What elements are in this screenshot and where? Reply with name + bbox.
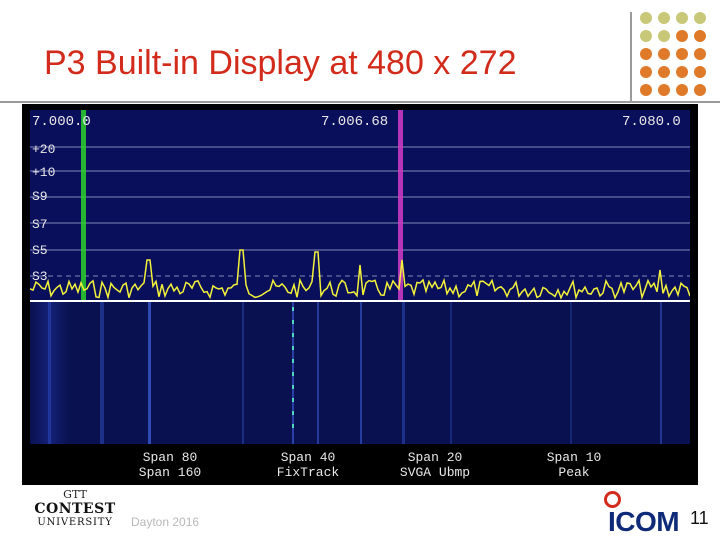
spectrum-plot bbox=[30, 110, 690, 302]
contest-university-logo: GTT CONTEST UNIVERSITY bbox=[30, 488, 120, 536]
waterfall-streak bbox=[100, 302, 104, 444]
decorative-dot bbox=[658, 48, 670, 60]
waterfall-signal-dot bbox=[292, 346, 294, 350]
softkey-span80[interactable]: Span 80 Span 160 bbox=[115, 450, 225, 480]
logo-contest-text: CONTEST bbox=[34, 501, 116, 517]
waterfall-signal-dot bbox=[292, 359, 294, 363]
decorative-dot bbox=[640, 84, 652, 96]
icom-logo: ICOM bbox=[608, 506, 680, 537]
decorative-dot bbox=[658, 66, 670, 78]
waterfall-signal-dot bbox=[292, 307, 294, 311]
softkey-bar: Span 80 Span 160 Span 40 FixTrack Span 2… bbox=[30, 446, 690, 482]
divider-horizontal bbox=[0, 101, 720, 103]
decorative-dot bbox=[640, 66, 652, 78]
waterfall-signal-dot bbox=[292, 385, 294, 389]
waterfall-signal-dot bbox=[292, 320, 294, 324]
decorative-dot bbox=[694, 84, 706, 96]
divider-vertical bbox=[630, 12, 632, 102]
waterfall-signal-dot bbox=[292, 424, 294, 428]
scale-label-plus10: +10 bbox=[32, 165, 56, 180]
waterfall-streak bbox=[48, 302, 51, 444]
scale-label-s9: S9 bbox=[32, 189, 48, 204]
page-number: 11 bbox=[690, 508, 709, 528]
decorative-dot bbox=[640, 12, 652, 24]
decorative-dot bbox=[694, 12, 706, 24]
waterfall-streak bbox=[317, 302, 319, 444]
marker-green bbox=[81, 110, 86, 302]
freq-left-label: 7.000.0 bbox=[32, 114, 91, 130]
waterfall-plot bbox=[48, 302, 662, 444]
scale-label-s5: S5 bbox=[32, 243, 48, 258]
freq-center-label: 7.006.68 bbox=[321, 114, 389, 130]
waterfall-signal-dot bbox=[292, 411, 294, 415]
decorative-dot bbox=[658, 30, 670, 42]
waterfall-streak bbox=[450, 302, 452, 444]
waterfall-streak bbox=[360, 302, 362, 444]
logo-gtt-text: GTT bbox=[63, 488, 87, 501]
softkey-span40[interactable]: Span 40 FixTrack bbox=[253, 450, 363, 480]
softkey-span20[interactable]: Span 20 SVGA Ubmp bbox=[380, 450, 490, 480]
scale-label-s3: S3 bbox=[32, 269, 48, 284]
waterfall-streak bbox=[148, 302, 151, 444]
waterfall-streak bbox=[402, 302, 405, 444]
decorative-dot bbox=[640, 48, 652, 60]
freq-right-label: 7.080.0 bbox=[622, 114, 681, 130]
spectrum-panel bbox=[30, 110, 690, 302]
spectrum-trace bbox=[30, 249, 690, 301]
waterfall-streak bbox=[570, 302, 572, 444]
waterfall-signal-dot bbox=[292, 372, 294, 376]
decorative-dot bbox=[676, 30, 688, 42]
decorative-dot bbox=[676, 12, 688, 24]
decorative-dot bbox=[658, 84, 670, 96]
decorative-dot bbox=[640, 30, 652, 42]
decorative-dot bbox=[694, 66, 706, 78]
waterfall-panel bbox=[30, 302, 690, 444]
footer-event: Dayton 2016 bbox=[131, 515, 200, 529]
waterfall-streak bbox=[660, 302, 662, 444]
decorative-dot-grid bbox=[640, 12, 720, 102]
waterfall-signal-dot bbox=[292, 398, 294, 402]
logo-university-text: UNIVERSITY bbox=[37, 517, 113, 528]
decorative-dot bbox=[676, 66, 688, 78]
waterfall-streak bbox=[242, 302, 244, 444]
decorative-dot bbox=[694, 48, 706, 60]
decorative-dot bbox=[694, 30, 706, 42]
waterfall-signal-dot bbox=[292, 333, 294, 337]
scale-label-s7: S7 bbox=[32, 217, 48, 232]
slide-title: P3 Built-in Display at 480 x 272 bbox=[44, 44, 517, 82]
decorative-dot bbox=[658, 12, 670, 24]
softkey-span10[interactable]: Span 10 Peak bbox=[519, 450, 629, 480]
decorative-dot bbox=[676, 84, 688, 96]
decorative-dot bbox=[676, 48, 688, 60]
scale-label-plus20: +20 bbox=[32, 142, 56, 157]
